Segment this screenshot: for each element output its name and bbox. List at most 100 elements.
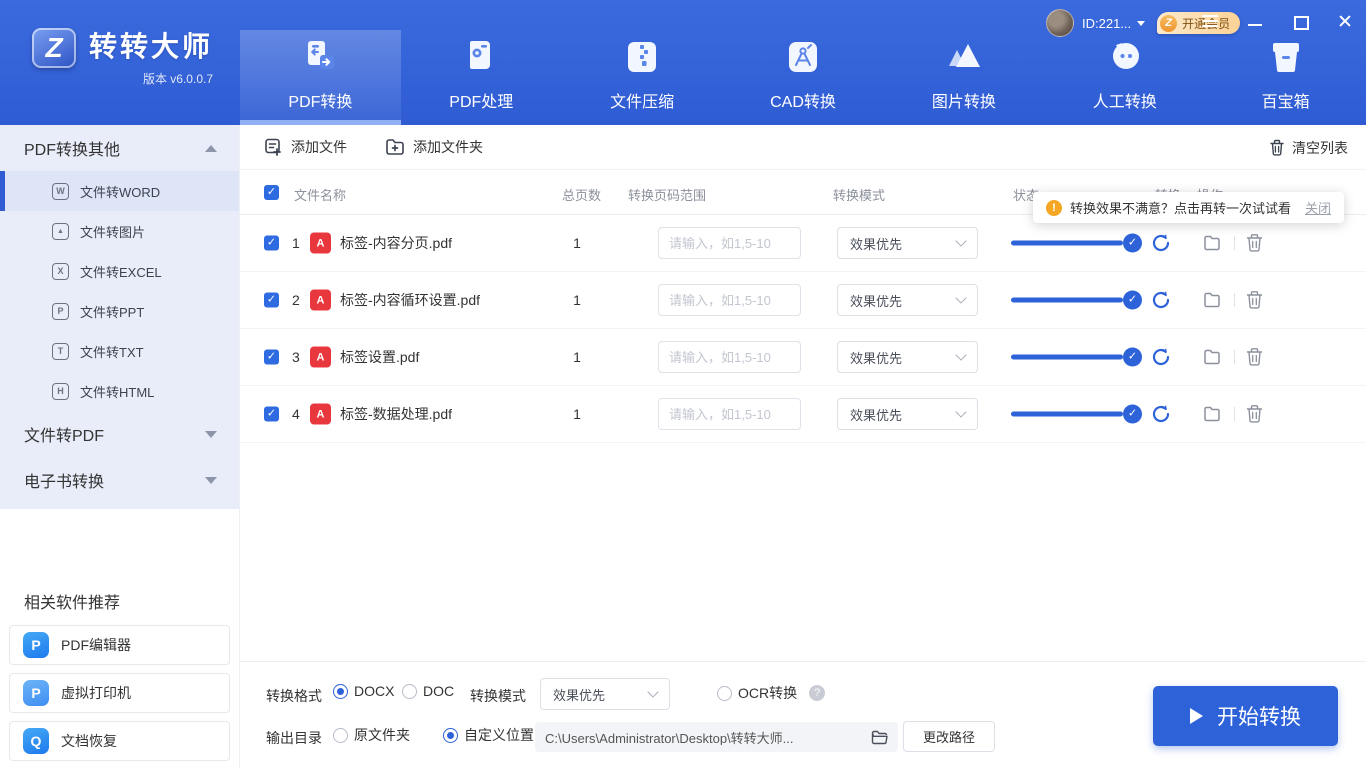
page-range-input[interactable] — [658, 284, 801, 316]
nav-tab-pdf-convert[interactable]: PDF转换 — [240, 30, 401, 125]
mode-label: 转换模式 — [470, 688, 526, 704]
file-compress-icon — [621, 34, 663, 80]
output-path-input[interactable] — [545, 729, 871, 745]
nav-tab-label: PDF处理 — [449, 94, 514, 111]
mode-select[interactable]: 效果优先 — [837, 341, 978, 373]
sidebar-group-ebook-convert[interactable]: 电子书转换 — [0, 457, 239, 503]
maximize-button[interactable] — [1291, 12, 1309, 30]
row-checkbox[interactable] — [264, 406, 279, 422]
mode-select-value: 效果优先 — [850, 407, 903, 423]
app-version: 版本 v6.0.0.7 — [142, 72, 214, 86]
ocr-radio[interactable]: OCR转换 ? — [717, 683, 826, 703]
progress-bar — [1011, 297, 1123, 303]
row-checkbox[interactable] — [264, 235, 279, 251]
sidebar-item-file-to-txt[interactable]: T 文件转TXT — [0, 331, 239, 371]
menu-icon[interactable] — [1201, 12, 1219, 30]
app-title: 转转大师 — [89, 31, 214, 62]
sidebar-item-file-to-html[interactable]: H 文件转HTML — [0, 371, 239, 411]
clear-list-button[interactable]: 清空列表 — [1269, 125, 1348, 170]
reconvert-button[interactable] — [1150, 289, 1172, 311]
format-option-label: DOCX — [354, 683, 395, 699]
format-label: 转换格式 — [266, 688, 322, 704]
add-folder-label: 添加文件夹 — [413, 139, 483, 155]
chevron-down-icon — [205, 476, 217, 484]
folder-icon[interactable] — [871, 730, 888, 745]
recommend-item-virtual-printer[interactable]: P 虚拟打印机 — [9, 673, 230, 713]
nav-tab-image-convert[interactable]: 图片转换 — [883, 30, 1044, 125]
row-checkbox[interactable] — [264, 292, 279, 308]
window-controls — [1201, 12, 1354, 30]
add-file-button[interactable]: 添加文件 — [264, 137, 347, 157]
global-mode-select[interactable]: 效果优先 — [540, 678, 670, 710]
sidebar-group-pdf-convert-other[interactable]: PDF转换其他 — [0, 125, 239, 171]
format-radio-docx[interactable]: DOCX — [333, 683, 394, 699]
reconvert-button[interactable] — [1150, 403, 1172, 425]
file-name: 标签-内容循环设置.pdf — [340, 292, 481, 308]
output-radio-source-folder[interactable]: 原文件夹 — [333, 725, 410, 745]
delete-row-button[interactable] — [1245, 290, 1264, 310]
file-toolbar: 添加文件 添加文件夹 清空列表 — [240, 125, 1366, 170]
tooltip-close-link[interactable]: 关闭 — [1305, 198, 1331, 217]
tooltip-text: 转换效果不满意？点击再转一次试试看 — [1070, 201, 1292, 216]
txt-doc-icon: T — [52, 342, 69, 360]
nav-tab-toolbox[interactable]: 百宝箱 — [1205, 30, 1366, 125]
nav-tab-label: 图片转换 — [931, 94, 996, 111]
user-id[interactable]: ID:221... — [1082, 16, 1131, 31]
nav-tab-file-compress[interactable]: 文件压缩 — [562, 30, 723, 125]
sidebar-group-file-to-pdf[interactable]: 文件转PDF — [0, 411, 239, 457]
nav-tab-label: PDF转换 — [288, 94, 353, 111]
recommend-item-doc-recovery[interactable]: Q 文档恢复 — [9, 721, 230, 761]
change-path-button[interactable]: 更改路径 — [903, 721, 995, 752]
mode-select[interactable]: 效果优先 — [837, 398, 978, 430]
row-checkbox[interactable] — [264, 349, 279, 365]
open-file-button[interactable] — [1202, 347, 1222, 367]
main-nav: PDF转换 PDF处理 文件压缩 CAD转换 图片转换 人工转换 百宝箱 — [240, 30, 1366, 125]
status-done-icon — [1123, 404, 1142, 424]
mode-select[interactable]: 效果优先 — [837, 227, 978, 259]
select-all-checkbox[interactable] — [264, 185, 279, 200]
sidebar-item-file-to-image[interactable]: ▲ 文件转图片 — [0, 211, 239, 251]
mode-select[interactable]: 效果优先 — [837, 284, 978, 316]
nav-tab-manual-convert[interactable]: 人工转换 — [1044, 30, 1205, 125]
col-header-range: 转换页码范围 — [628, 188, 707, 203]
app-window: Z 转转大师 版本 v6.0.0.7 ID:221... Z 开通会员 PDF转… — [0, 0, 1366, 768]
help-icon[interactable]: ? — [809, 685, 826, 701]
chevron-down-icon[interactable] — [1137, 20, 1146, 26]
sidebar-item-file-to-ppt[interactable]: P 文件转PPT — [0, 291, 239, 331]
page-count: 1 — [573, 292, 581, 308]
progress-bar — [1011, 354, 1123, 360]
nav-tab-cad-convert[interactable]: CAD转换 — [723, 30, 884, 125]
open-file-button[interactable] — [1202, 290, 1222, 310]
format-radio-doc[interactable]: DOC — [402, 683, 454, 699]
reconvert-button[interactable] — [1150, 232, 1172, 254]
file-name: 标签-数据处理.pdf — [340, 406, 453, 422]
recommend-item-label: 文档恢复 — [61, 733, 117, 749]
start-convert-button[interactable]: 开始转换 — [1153, 686, 1338, 746]
output-path-field[interactable] — [535, 722, 898, 752]
pdf-file-icon: A — [310, 232, 331, 254]
add-folder-button[interactable]: 添加文件夹 — [385, 137, 483, 157]
output-radio-custom[interactable]: 自定义位置 — [443, 725, 534, 745]
sidebar-item-label: 文件转图片 — [80, 224, 146, 240]
sidebar-item-file-to-excel[interactable]: X 文件转EXCEL — [0, 251, 239, 291]
recommend-item-pdf-editor[interactable]: P PDF编辑器 — [9, 625, 230, 665]
sidebar-item-file-to-word[interactable]: W 文件转WORD — [0, 171, 239, 211]
global-mode-value: 效果优先 — [553, 687, 606, 703]
html-doc-icon: H — [52, 382, 69, 400]
nav-tab-pdf-process[interactable]: PDF处理 — [401, 30, 562, 125]
minimize-button[interactable] — [1246, 12, 1264, 30]
delete-row-button[interactable] — [1245, 233, 1264, 253]
divider — [1234, 407, 1235, 421]
delete-row-button[interactable] — [1245, 404, 1264, 424]
table-row: 4 A 标签-数据处理.pdf 1 效果优先 — [240, 386, 1366, 443]
page-range-input[interactable] — [658, 227, 801, 259]
row-index: 1 — [292, 235, 300, 251]
page-range-input[interactable] — [658, 341, 801, 373]
open-file-button[interactable] — [1202, 233, 1222, 253]
pdf-process-icon — [460, 34, 502, 80]
open-file-button[interactable] — [1202, 404, 1222, 424]
page-range-input[interactable] — [658, 398, 801, 430]
close-button[interactable] — [1336, 12, 1354, 30]
reconvert-button[interactable] — [1150, 346, 1172, 368]
delete-row-button[interactable] — [1245, 347, 1264, 367]
